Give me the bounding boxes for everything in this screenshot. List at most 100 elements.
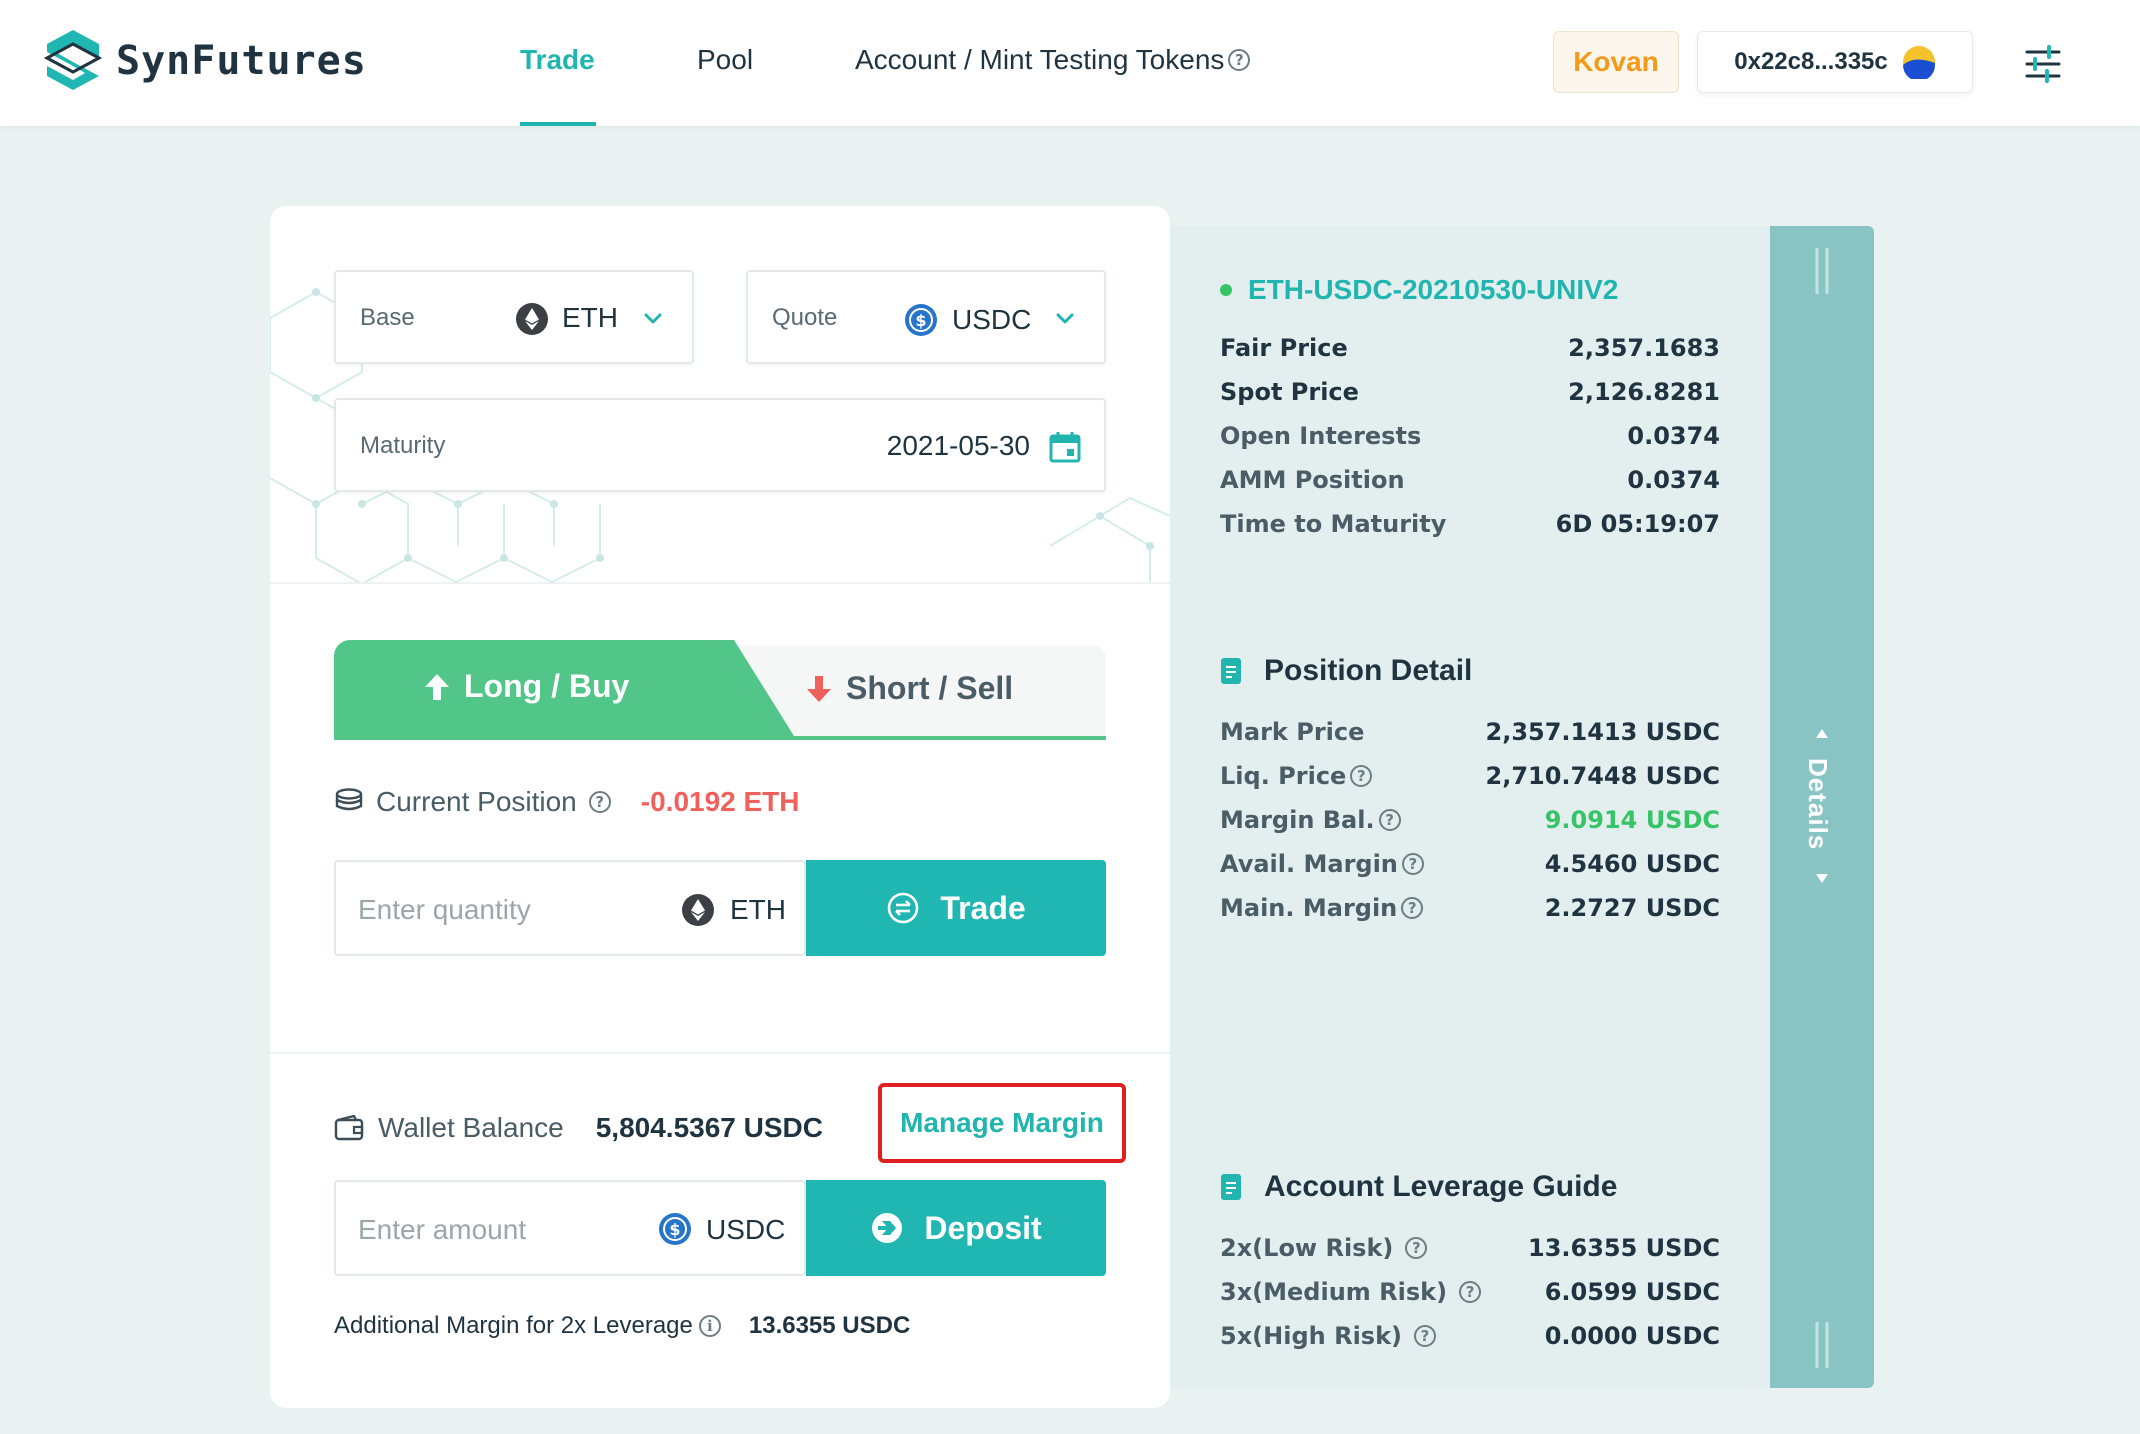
caret-down-icon (1816, 874, 1828, 883)
quote-selector[interactable]: Quote $ USDC (746, 270, 1106, 364)
nav-active-underline (520, 122, 596, 126)
position-row: Mark Price 2,357.1413 USDC (1220, 718, 1720, 746)
help-icon[interactable]: ? (1405, 1237, 1428, 1259)
market-row: Spot Price 2,126.8281 (1220, 378, 1720, 406)
network-button[interactable]: Kovan (1553, 31, 1679, 93)
arrow-up-icon (425, 673, 449, 700)
sliders-icon (2025, 45, 2061, 83)
tab-long-label-wrap[interactable]: Long / Buy (424, 668, 629, 705)
current-position-value: -0.0192 ETH (640, 786, 800, 817)
leverage-row-label: 5x(High Risk) (1220, 1322, 1403, 1350)
nav-trade[interactable]: Trade (520, 44, 595, 76)
position-row-label: Liq. Price (1220, 762, 1347, 790)
quantity-input[interactable]: Enter quantity ETH (334, 860, 806, 956)
position-row-value: 2,357.1413 USDC (1485, 718, 1721, 746)
additional-margin-label: Additional Margin for 2x Leverage (334, 1312, 693, 1339)
drag-handle-icon[interactable] (1812, 246, 1832, 296)
leverage-row-label: 3x(Medium Risk) (1220, 1278, 1448, 1306)
quantity-unit: ETH (730, 894, 786, 925)
help-icon[interactable]: ? (1378, 809, 1401, 831)
position-row: Margin Bal.? 9.0914 USDC (1220, 806, 1720, 834)
position-detail-title: Position Detail (1220, 654, 1472, 688)
pair-title: ETH-USDC-20210530-UNIV2 (1220, 274, 1618, 306)
amount-input[interactable]: Enter amount $ USDC (334, 1180, 806, 1276)
market-row-label: Fair Price (1220, 334, 1348, 362)
drag-handle-icon[interactable] (1812, 1320, 1832, 1370)
help-icon[interactable]: ? (1228, 49, 1251, 71)
details-tab-label[interactable]: Details (1802, 758, 1833, 850)
help-icon[interactable]: ? (1414, 1325, 1437, 1347)
document-icon (1221, 658, 1241, 684)
svg-text:$: $ (915, 311, 926, 330)
wallet-icon (334, 1115, 364, 1141)
synfutures-logo[interactable]: SynFutures (44, 28, 367, 94)
amount-unit: USDC (706, 1214, 786, 1245)
eth-icon (682, 894, 714, 926)
trade-button[interactable]: Trade (806, 860, 1106, 956)
svg-text:$: $ (669, 1220, 680, 1239)
trade-card: Base ETH Quote $ USDC Maturity 2021-05-3… (270, 206, 1170, 1408)
wallet-balance-row: Wallet Balance 5,804.5367 USDC (334, 1112, 823, 1144)
base-label: Base (360, 304, 415, 331)
market-row: Fair Price 2,357.1683 (1220, 334, 1720, 362)
market-row-value: 2,126.8281 (1568, 378, 1720, 406)
help-icon[interactable]: ? (1401, 897, 1424, 919)
market-row-value: 0.0374 (1627, 422, 1720, 450)
settings-button[interactable] (1993, 31, 2093, 97)
leverage-row: 2x(Low Risk)? 13.6355 USDC (1220, 1234, 1720, 1262)
synfutures-logo-icon (44, 30, 102, 90)
pair-name: ETH-USDC-20210530-UNIV2 (1248, 274, 1619, 305)
quote-label: Quote (772, 304, 838, 331)
market-row-label: AMM Position (1220, 466, 1405, 494)
help-icon[interactable]: ? (1350, 765, 1373, 787)
position-row-label: Margin Bal. (1220, 806, 1375, 834)
leverage-row-value: 13.6355 USDC (1528, 1234, 1720, 1262)
maturity-selector[interactable]: Maturity 2021-05-30 (334, 398, 1106, 492)
help-icon[interactable]: ? (1459, 1281, 1482, 1303)
tab-long-label: Long / Buy (464, 668, 630, 704)
exchange-icon (888, 892, 919, 924)
leverage-guide-title-text: Account Leverage Guide (1264, 1170, 1618, 1203)
nav-account-label: Account / Mint Testing Tokens (855, 44, 1225, 75)
nav-account[interactable]: Account / Mint Testing Tokens ? (855, 44, 1251, 76)
market-row: Time to Maturity 6D 05:19:07 (1220, 510, 1720, 538)
quote-value: USDC (952, 304, 1032, 335)
leverage-row: 5x(High Risk)? 0.0000 USDC (1220, 1322, 1720, 1350)
market-row-value: 0.0374 (1627, 466, 1720, 494)
info-icon[interactable]: i (698, 1315, 721, 1337)
chevron-down-icon (1056, 313, 1074, 324)
calendar-icon[interactable] (1048, 430, 1082, 464)
wallet-avatar-icon (1902, 46, 1935, 79)
help-icon[interactable]: ? (588, 791, 611, 813)
tab-short-label-wrap[interactable]: Short / Sell (806, 670, 1013, 707)
leverage-guide-title: Account Leverage Guide (1220, 1170, 1617, 1204)
additional-margin-row: Additional Margin for 2x Leverage i 13.6… (334, 1312, 910, 1340)
deposit-button[interactable]: Deposit (806, 1180, 1106, 1276)
trade-side-tabs: Long / Buy Short / Sell (334, 640, 1106, 742)
wallet-button[interactable]: 0x22c8...335c (1697, 31, 1973, 93)
position-row-value: 2,710.7448 USDC (1485, 762, 1721, 790)
quantity-placeholder: Enter quantity (358, 894, 531, 925)
nav-pool[interactable]: Pool (697, 44, 753, 76)
current-position-row: Current Position ? -0.0192 ETH (334, 786, 800, 818)
leverage-row-value: 0.0000 USDC (1544, 1322, 1720, 1350)
wallet-address: 0x22c8...335c (1734, 48, 1888, 75)
document-icon (1221, 1174, 1241, 1200)
arrow-down-icon (807, 675, 831, 702)
position-row: Avail. Margin? 4.5460 USDC (1220, 850, 1720, 878)
position-row: Main. Margin? 2.2727 USDC (1220, 894, 1720, 922)
top-header: SynFutures Trade Pool Account / Mint Tes… (0, 0, 2140, 126)
position-row-value: 2.2727 USDC (1544, 894, 1720, 922)
section-divider (270, 582, 1170, 584)
help-icon[interactable]: ? (1401, 853, 1424, 875)
manage-margin-button[interactable]: Manage Margin (878, 1083, 1126, 1163)
current-position-label: Current Position (376, 786, 577, 817)
deposit-button-label: Deposit (924, 1209, 1042, 1246)
status-dot-icon (1220, 284, 1232, 296)
position-row-label: Avail. Margin (1220, 850, 1398, 878)
coins-stack-icon (335, 788, 363, 811)
eth-icon (516, 303, 548, 335)
market-row: AMM Position 0.0374 (1220, 466, 1720, 494)
logo-text: SynFutures (116, 38, 367, 84)
base-selector[interactable]: Base ETH (334, 270, 694, 364)
